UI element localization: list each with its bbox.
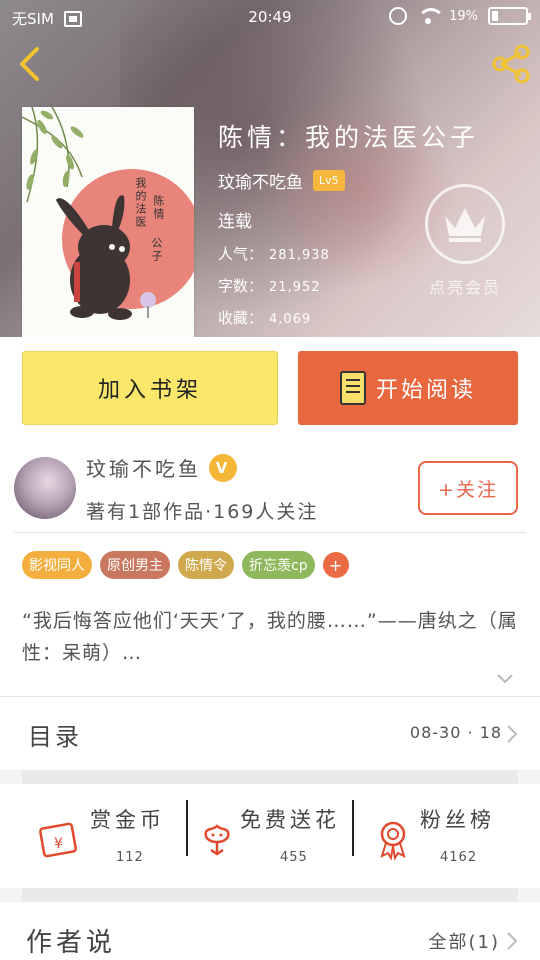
free-flower-button[interactable]: 免费送花 455	[196, 800, 352, 870]
toc-title: 目录	[28, 723, 82, 751]
battery-percent: 19%	[449, 8, 478, 24]
author-says-title: 作者说	[26, 928, 117, 958]
cover-title-col2: 陈情	[152, 195, 165, 221]
share-button[interactable]	[490, 44, 532, 84]
tag-item[interactable]: 影视同人	[22, 551, 92, 579]
flower-icon	[204, 824, 230, 856]
reward-label: 粉丝榜	[420, 808, 495, 832]
tag-list: 影视同人 原创男主 陈情令 折忘羡cp +	[0, 533, 540, 593]
book-header: 无SIM 20:49 19% 我的法医 陈情 公子 陈情：我的法医公子 玟瑜不吃…	[0, 0, 540, 337]
cover-title-col3: 公子	[150, 237, 163, 263]
chevron-left-icon	[20, 47, 39, 81]
author-name: 玟瑜不吃鱼	[86, 457, 201, 481]
svg-text:¥: ¥	[54, 836, 63, 852]
stat-label: 人气：	[218, 245, 264, 263]
toc-latest-update: 08-30 · 18	[409, 723, 502, 742]
member-label: 点亮会员	[428, 278, 501, 297]
start-reading-label: 开始阅读	[375, 378, 476, 403]
reward-bar: ¥ 赏金币 112 免费送花 455 粉丝榜 4162	[0, 784, 540, 888]
author-name-row[interactable]: 玟瑜不吃鱼 V	[86, 453, 237, 482]
table-of-contents-row[interactable]: 目录 08-30 · 18	[0, 696, 540, 770]
alarm-icon	[389, 7, 408, 25]
book-title: 陈情：我的法医公子	[218, 123, 480, 152]
action-bar: 加入书架 开始阅读	[0, 337, 540, 433]
stat-value: 281,938	[269, 248, 330, 263]
reward-count: 112	[116, 850, 144, 865]
stat-value: 4,069	[269, 312, 312, 327]
tag-item[interactable]: 原创男主	[100, 551, 170, 579]
reward-coins-button[interactable]: ¥ 赏金币 112	[38, 800, 178, 870]
view-all-link[interactable]: 全部(1)	[429, 928, 501, 954]
book-cover[interactable]: 我的法医 陈情 公子	[22, 107, 194, 337]
reward-label: 赏金币	[90, 808, 165, 832]
book-author[interactable]: 玟瑜不吃鱼	[218, 168, 303, 193]
chevron-right-icon	[507, 932, 518, 950]
vip-member-button[interactable]: 点亮会员	[420, 184, 510, 298]
author-avatar[interactable]	[14, 457, 76, 519]
follow-button[interactable]: +关注	[418, 461, 518, 515]
chevron-down-icon[interactable]	[496, 673, 514, 685]
crown-badge	[425, 184, 505, 264]
add-to-shelf-button[interactable]: 加入书架	[22, 351, 278, 425]
clock: 20:49	[248, 8, 292, 26]
battery-icon	[488, 7, 531, 25]
stat-favorites: 收藏： 4,069	[218, 307, 479, 328]
synopsis-text: “我后悔答应他们‘天天’了，我的腰……”——唐纨之（属性：呆萌）…	[22, 610, 518, 664]
author-says-row[interactable]: 作者说 全部(1)	[0, 902, 540, 960]
divider	[186, 800, 188, 856]
author-meta: 著有1部作品·169人关注	[86, 501, 319, 523]
divider	[352, 800, 354, 856]
book-icon	[339, 371, 366, 405]
status-bar: 无SIM 20:49 19%	[0, 0, 540, 34]
section-separator	[22, 770, 518, 784]
tag-item[interactable]: 折忘羡cp	[242, 551, 315, 579]
level-badge: Lv5	[313, 170, 345, 191]
tag-item[interactable]: 陈情令	[178, 551, 234, 579]
stat-label: 收藏：	[218, 309, 264, 327]
stat-label: 字数：	[218, 277, 264, 295]
cover-title-col1: 我的法医	[134, 177, 147, 229]
share-icon	[492, 45, 530, 83]
author-panel: 玟瑜不吃鱼 V 著有1部作品·169人关注 +关注	[0, 433, 540, 533]
verified-icon: V	[209, 453, 237, 482]
reward-label: 免费送花	[240, 808, 340, 832]
chevron-right-icon	[507, 725, 518, 743]
wifi-icon	[417, 8, 446, 24]
reward-count: 4162	[440, 850, 478, 865]
more-tags-button[interactable]: +	[322, 552, 349, 578]
stat-value: 21,952	[269, 280, 321, 295]
battery-level	[492, 11, 498, 21]
reward-count: 455	[280, 850, 308, 865]
start-reading-button[interactable]: 开始阅读	[298, 351, 518, 425]
red-envelope-icon: ¥	[39, 822, 77, 858]
section-separator	[22, 888, 518, 902]
crown-icon	[445, 208, 485, 242]
fan-ranking-button[interactable]: 粉丝榜 4162	[372, 800, 512, 870]
medal-icon	[380, 821, 406, 860]
synopsis[interactable]: “我后悔答应他们‘天天’了，我的腰……”——唐纨之（属性：呆萌）…	[0, 593, 540, 696]
back-button[interactable]	[12, 44, 48, 84]
